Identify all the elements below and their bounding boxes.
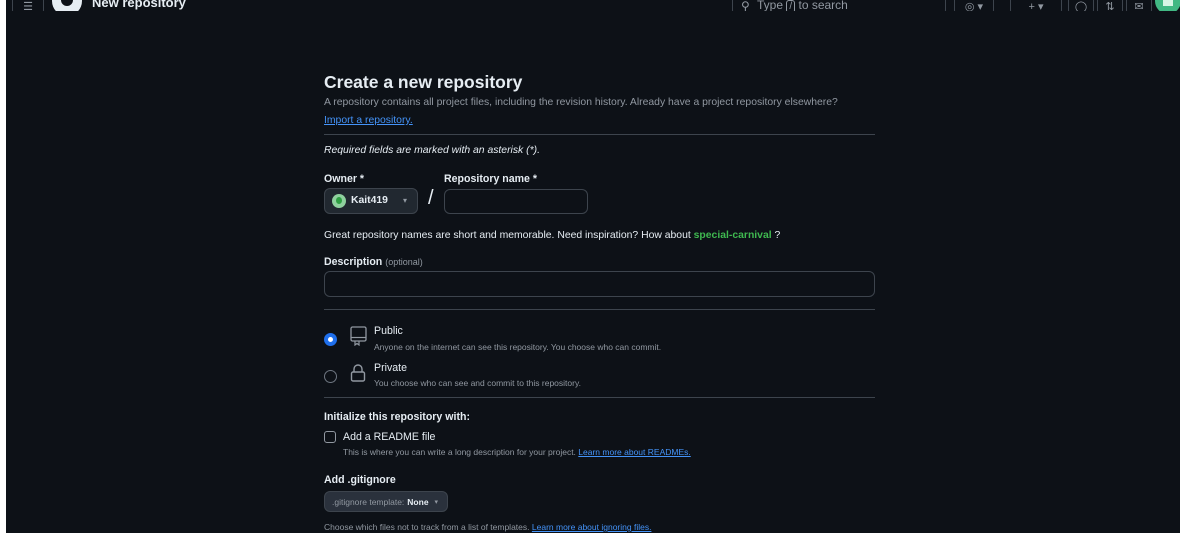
name-suggestion[interactable]: special-carnival [694, 230, 772, 241]
app-window: ☰ New repository ⚲ Type / to search ◎ ▾ … [6, 0, 1180, 533]
owner-label: Owner * [324, 173, 365, 185]
gitignore-heading: Add .gitignore [324, 474, 396, 486]
inbox-icon: ✉ [1134, 1, 1144, 11]
chevron-down-icon: ▾ [434, 498, 439, 506]
visibility-private-label: Private [374, 362, 407, 374]
visibility-public-radio[interactable] [324, 333, 337, 346]
lock-icon [350, 364, 366, 382]
repository-name-label: Repository name * [444, 173, 538, 185]
context-title[interactable]: New repository [92, 0, 186, 10]
visibility-public-label: Public [374, 325, 403, 337]
inbox-button[interactable]: ✉ [1126, 0, 1152, 11]
repository-name-input[interactable] [444, 189, 588, 214]
description-label: Description (optional) [324, 256, 423, 268]
issue-icon: ◯ [1074, 1, 1088, 11]
repo-icon [350, 326, 367, 346]
import-repository-link[interactable]: Import a repository. [324, 115, 413, 126]
add-readme-checkbox[interactable] [324, 431, 336, 443]
chevron-down-icon: ▾ [403, 196, 408, 205]
required-fields-note: Required fields are marked with an aster… [324, 145, 540, 156]
owner-avatar [332, 194, 346, 208]
owner-name: Kait419 [351, 195, 388, 206]
hamburger-icon: ☰ [23, 1, 33, 11]
plus-icon: + ▾ [1028, 1, 1044, 11]
visibility-private-description: You choose who can see and commit to thi… [374, 378, 581, 388]
learn-more-ignoring-files-link[interactable]: Learn more about ignoring files. [532, 522, 652, 532]
gitignore-description: Choose which files not to track from a l… [324, 522, 652, 532]
create-new-button[interactable]: + ▾ [1010, 0, 1062, 11]
github-logo-icon[interactable] [52, 0, 82, 11]
pull-requests-button[interactable]: ⇅ [1097, 0, 1123, 11]
copilot-icon: ◎ ▾ [964, 1, 984, 11]
gitignore-selected-value: None [407, 496, 429, 507]
global-header: ☰ New repository ⚲ Type / to search ◎ ▾ … [6, 0, 1180, 11]
divider [324, 397, 875, 398]
divider [324, 309, 875, 310]
copilot-button[interactable]: ◎ ▾ [954, 0, 994, 11]
owner-repo-separator: / [428, 187, 434, 209]
owner-dropdown[interactable]: Kait419 ▾ [324, 188, 418, 214]
page-subtitle: A repository contains all project files,… [324, 97, 838, 108]
page-title: Create a new repository [324, 72, 523, 92]
visibility-private-radio[interactable] [324, 370, 337, 383]
gitignore-template-dropdown[interactable]: .gitignore template: None ▾ [324, 491, 449, 512]
pull-request-icon: ⇅ [1105, 1, 1115, 11]
name-hint: Great repository names are short and mem… [324, 230, 781, 241]
readme-description: This is where you can write a long descr… [343, 447, 691, 457]
menu-button[interactable]: ☰ [12, 0, 44, 11]
user-avatar[interactable] [1155, 0, 1180, 11]
search-placeholder: Type / to search [757, 0, 848, 11]
learn-more-readmes-link[interactable]: Learn more about READMEs. [578, 447, 690, 457]
add-readme-label[interactable]: Add a README file [343, 431, 435, 443]
description-input[interactable] [324, 271, 875, 297]
search-input[interactable]: ⚲ Type / to search [732, 0, 946, 11]
search-icon: ⚲ [741, 0, 750, 11]
visibility-public-description: Anyone on the internet can see this repo… [374, 342, 662, 352]
issues-button[interactable]: ◯ [1068, 0, 1094, 11]
divider [324, 134, 875, 135]
initialize-heading: Initialize this repository with: [324, 411, 470, 423]
